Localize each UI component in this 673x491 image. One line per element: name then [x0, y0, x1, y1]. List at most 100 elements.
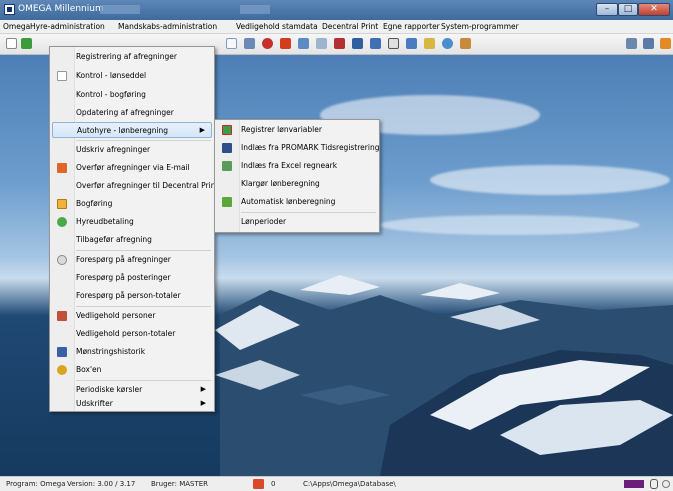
menu-item-label: Mønstringshistorik: [76, 347, 146, 356]
people-icon: [57, 311, 67, 321]
maximize-button[interactable]: □: [618, 3, 638, 16]
menu-item-opdatering[interactable]: Opdatering af afregninger: [52, 105, 212, 121]
menu-item-label: Bogføring: [76, 199, 113, 208]
calendar-icon[interactable]: [298, 38, 309, 49]
menu-item-label: Tilbagefør afregning: [76, 235, 152, 244]
payment-icon: [57, 217, 67, 227]
menu-item-overfor-email[interactable]: Overfør afregninger via E-mail: [52, 160, 212, 176]
menu-item-overfor-decentral[interactable]: Overfør afregninger til Decentral Print: [52, 178, 218, 194]
menu-item-foresporg-afregninger[interactable]: Forespørg på afregninger: [52, 252, 212, 268]
menu-item-label: Forespørg på person-totaler: [76, 291, 181, 300]
close-button[interactable]: ✕: [638, 3, 670, 16]
submenu-item-label: Automatisk lønberegning: [241, 197, 336, 206]
menu-decentral-print[interactable]: Decentral Print: [322, 22, 378, 31]
menu-system-programmer[interactable]: System-programmer: [441, 22, 519, 31]
autohyre-submenu: Registrer lønvariabler Indlæs fra PROMAR…: [214, 119, 380, 233]
mail-icon: [57, 163, 67, 173]
status-bar: Program: Omega Version: 3.00 / 3.17 Brug…: [0, 476, 673, 491]
menu-omega[interactable]: Omega: [3, 22, 30, 31]
menu-mandskabs-administration[interactable]: Mandskabs-administration: [118, 22, 217, 31]
status-program: Program: Omega: [6, 480, 66, 488]
menu-item-udskriv[interactable]: Udskriv afregninger: [52, 142, 212, 158]
globe-icon[interactable]: [442, 38, 453, 49]
submenu-item-registrer-lonvariabler[interactable]: Registrer lønvariabler: [217, 122, 377, 138]
submenu-item-klargor[interactable]: Klargør lønberegning: [217, 176, 377, 192]
grid-icon[interactable]: [370, 38, 381, 49]
chart-icon[interactable]: [244, 38, 255, 49]
menu-item-label: Opdatering af afregninger: [76, 108, 174, 117]
menu-bar: Omega Hyre-administration Mandskabs-admi…: [0, 20, 673, 34]
menu-item-boxen[interactable]: Box'en: [52, 362, 212, 378]
menu-item-hyreudbetaling[interactable]: Hyreudbetaling: [52, 214, 212, 230]
menu-item-vedligehold-person-totaler[interactable]: Vedligehold person-totaler: [52, 326, 212, 342]
menu-item-label: Periodiske kørsler: [76, 385, 143, 394]
submenu-item-promark[interactable]: Indlæs fra PROMARK Tidsregistrering: [217, 140, 379, 156]
tag-icon[interactable]: [388, 38, 399, 49]
menu-item-periodiske-korsler[interactable]: Periodiske kørsler ▶: [52, 382, 212, 398]
window-tile-icon[interactable]: [626, 38, 637, 49]
submenu-arrow-icon: ▶: [199, 126, 205, 134]
key-icon[interactable]: [424, 38, 435, 49]
submenu-item-label: Indlæs fra Excel regneark: [241, 161, 338, 170]
page-icon[interactable]: [226, 38, 237, 49]
menu-separator: [76, 380, 211, 381]
window-title: OMEGA Millennium: [18, 4, 104, 14]
menu-item-monstringshistorik[interactable]: Mønstringshistorik: [52, 344, 212, 360]
menu-item-registrering[interactable]: Registrering af afregninger: [52, 49, 212, 65]
ledger-icon: [57, 199, 67, 209]
person-icon[interactable]: [280, 38, 291, 49]
window-cascade-icon[interactable]: [643, 38, 654, 49]
status-count: 0: [271, 480, 276, 488]
history-icon: [57, 347, 67, 357]
menu-separator: [76, 306, 211, 307]
menu-egne-rapporter[interactable]: Egne rapporter: [383, 22, 440, 31]
submenu-item-label: Lønperioder: [241, 217, 287, 226]
menu-vedligehold-stamdata[interactable]: Vedligehold stamdata: [236, 22, 318, 31]
edit-icon[interactable]: [406, 38, 417, 49]
status-path: C:\Apps\Omega\Database\: [303, 480, 396, 488]
bookmark-icon[interactable]: [334, 38, 345, 49]
tray-phone-icon: [650, 479, 658, 489]
new-document-icon[interactable]: [6, 38, 17, 49]
submenu-arrow-icon: ▶: [200, 399, 206, 407]
menu-item-foresporg-person-totaler[interactable]: Forespørg på person-totaler: [52, 288, 212, 304]
hyre-administration-dropdown: Registrering af afregninger Kontrol - lø…: [49, 46, 218, 412]
menu-item-foresporg-posteringer[interactable]: Forespørg på posteringer: [52, 270, 212, 286]
app-icon: [4, 4, 15, 15]
minimize-button[interactable]: –: [596, 3, 618, 16]
submenu-item-excel[interactable]: Indlæs fra Excel regneark: [217, 158, 377, 174]
menu-item-label: Autohyre - lønberegning: [77, 126, 169, 135]
menu-item-tilbagefor[interactable]: Tilbagefør afregning: [52, 232, 212, 248]
submenu-item-lonperioder[interactable]: Lønperioder: [217, 214, 377, 230]
star-icon[interactable]: [262, 38, 273, 49]
menu-item-label: Overfør afregninger via E-mail: [76, 163, 190, 172]
search-icon: [57, 255, 67, 265]
menu-hyre-administration[interactable]: Hyre-administration: [30, 22, 105, 31]
register-icon: [222, 125, 232, 135]
alert-icon[interactable]: [253, 479, 264, 489]
status-user: Bruger: MASTER: [151, 480, 209, 488]
tray-search-icon: [662, 480, 670, 488]
menu-item-kontrol-bogforing[interactable]: Kontrol - bogføring: [52, 87, 212, 103]
box-icon: [57, 365, 67, 375]
menu-separator: [76, 140, 211, 141]
menu-separator: [76, 250, 211, 251]
green-tool-icon[interactable]: [21, 38, 32, 49]
menu-item-bogforing[interactable]: Bogføring: [52, 196, 212, 212]
helper-icon[interactable]: [460, 38, 471, 49]
menu-item-kontrol-lonseddel[interactable]: Kontrol - lønseddel: [52, 68, 212, 84]
menu-item-autohyre[interactable]: Autohyre - lønberegning ▶: [52, 122, 212, 138]
save-icon[interactable]: [352, 38, 363, 49]
document-icon: [57, 71, 67, 81]
blurred-title-region: [100, 5, 140, 14]
import-icon: [222, 143, 232, 153]
menu-item-udskrifter[interactable]: Udskrifter ▶: [52, 397, 212, 411]
blurred-title-region: [240, 5, 270, 14]
menu-item-label: Kontrol - lønseddel: [76, 71, 147, 80]
menu-item-label: Forespørg på afregninger: [76, 255, 171, 264]
help-icon[interactable]: [660, 38, 671, 49]
menu-item-label: Box'en: [76, 365, 102, 374]
submenu-item-automatisk[interactable]: Automatisk lønberegning: [217, 194, 377, 210]
menu-item-vedligehold-personer[interactable]: Vedligehold personer: [52, 308, 212, 324]
list-icon[interactable]: [316, 38, 327, 49]
